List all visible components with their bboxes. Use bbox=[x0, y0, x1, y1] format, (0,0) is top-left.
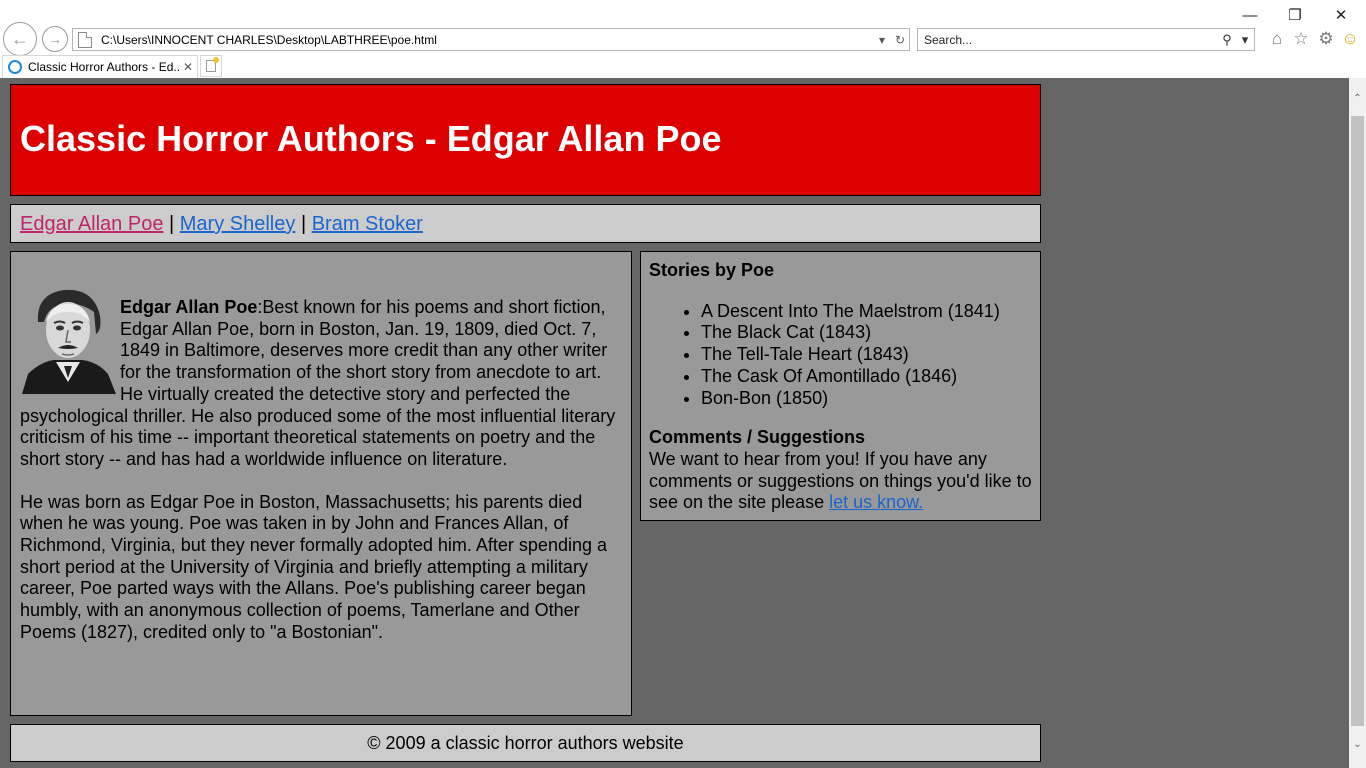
page-footer: © 2009 a classic horror authors website bbox=[10, 724, 1041, 762]
address-bar[interactable]: C:\Users\INNOCENT CHARLES\Desktop\LABTHR… bbox=[72, 28, 910, 51]
gear-icon[interactable]: ⚙ bbox=[1315, 28, 1337, 50]
comments-heading: Comments / Suggestions bbox=[649, 427, 866, 448]
list-item: The Tell-Tale Heart (1843) bbox=[701, 344, 1032, 366]
page-viewport: Classic Horror Authors - Edgar Allan Poe… bbox=[0, 78, 1349, 768]
back-arrow-icon: ← bbox=[11, 28, 29, 49]
new-tab-button[interactable] bbox=[200, 55, 222, 77]
nav-separator: | bbox=[300, 213, 307, 235]
forward-button[interactable]: → bbox=[42, 26, 68, 52]
smiley-icon[interactable]: ☺ bbox=[1339, 28, 1361, 50]
comments-text: We want to hear from you! If you have an… bbox=[649, 449, 1032, 514]
back-button[interactable]: ← bbox=[3, 22, 37, 56]
star-icon[interactable]: ☆ bbox=[1290, 28, 1312, 50]
search-input[interactable] bbox=[924, 32, 1218, 47]
page-icon bbox=[78, 31, 92, 48]
nav-link-stoker[interactable]: Bram Stoker bbox=[312, 213, 423, 235]
nav-link-poe[interactable]: Edgar Allan Poe bbox=[20, 213, 163, 235]
scrollbar-thumb[interactable] bbox=[1351, 116, 1364, 726]
search-icon[interactable]: ⚲ bbox=[1218, 32, 1236, 48]
forward-arrow-icon: → bbox=[48, 31, 62, 47]
biography-panel: Edgar Allan Poe:Best known for his poems… bbox=[10, 251, 632, 716]
sidebar-panel: Stories by Poe A Descent Into The Maelst… bbox=[640, 251, 1041, 521]
vertical-scrollbar[interactable]: ⌃ ⌄ bbox=[1349, 78, 1366, 768]
bio-paragraph-2: He was born as Edgar Poe in Boston, Mass… bbox=[20, 491, 607, 642]
contact-link[interactable]: let us know. bbox=[829, 492, 923, 512]
stories-list: A Descent Into The Maelstrom (1841) The … bbox=[649, 301, 1032, 410]
scroll-up-icon[interactable]: ⌃ bbox=[1349, 90, 1366, 107]
browser-chrome: — ❐ ✕ ← → C:\Users\INNOCENT CHARLES\Desk… bbox=[0, 0, 1366, 78]
search-dropdown-icon[interactable]: ▾ bbox=[1236, 32, 1254, 48]
home-icon[interactable]: ⌂ bbox=[1266, 28, 1288, 50]
browser-tab[interactable]: Classic Horror Authors - Ed... ✕ bbox=[2, 55, 198, 78]
nav-link-shelley[interactable]: Mary Shelley bbox=[180, 213, 296, 235]
list-item: Bon-Bon (1850) bbox=[701, 388, 1032, 410]
page-header: Classic Horror Authors - Edgar Allan Poe bbox=[10, 84, 1041, 196]
page-title: Classic Horror Authors - Edgar Allan Poe bbox=[20, 118, 722, 159]
bio-name: Edgar Allan Poe bbox=[120, 297, 258, 317]
scroll-down-icon[interactable]: ⌄ bbox=[1349, 736, 1366, 753]
address-url[interactable]: C:\Users\INNOCENT CHARLES\Desktop\LABTHR… bbox=[101, 33, 873, 47]
tab-title: Classic Horror Authors - Ed... bbox=[28, 60, 179, 74]
restore-button[interactable]: ❐ bbox=[1272, 4, 1318, 26]
dropdown-icon[interactable]: ▾ bbox=[873, 33, 891, 47]
stories-heading: Stories by Poe bbox=[649, 260, 775, 280]
search-box[interactable]: ⚲ ▾ bbox=[917, 28, 1255, 51]
minimize-button[interactable]: — bbox=[1227, 4, 1273, 26]
close-tab-icon[interactable]: ✕ bbox=[179, 60, 197, 74]
refresh-icon[interactable]: ↻ bbox=[891, 33, 909, 47]
nav-separator: | bbox=[169, 213, 175, 235]
list-item: A Descent Into The Maelstrom (1841) bbox=[701, 301, 1032, 323]
list-item: The Black Cat (1843) bbox=[701, 322, 1032, 344]
poe-portrait-image bbox=[20, 282, 116, 394]
footer-copyright: © 2009 a classic horror authors website bbox=[367, 733, 684, 753]
new-tab-icon bbox=[206, 57, 219, 72]
close-window-button[interactable]: ✕ bbox=[1318, 4, 1364, 26]
ie-logo-icon bbox=[8, 60, 22, 74]
list-item: The Cask Of Amontillado (1846) bbox=[701, 366, 1032, 388]
author-nav: Edgar Allan Poe | Mary Shelley | Bram St… bbox=[10, 204, 1041, 243]
